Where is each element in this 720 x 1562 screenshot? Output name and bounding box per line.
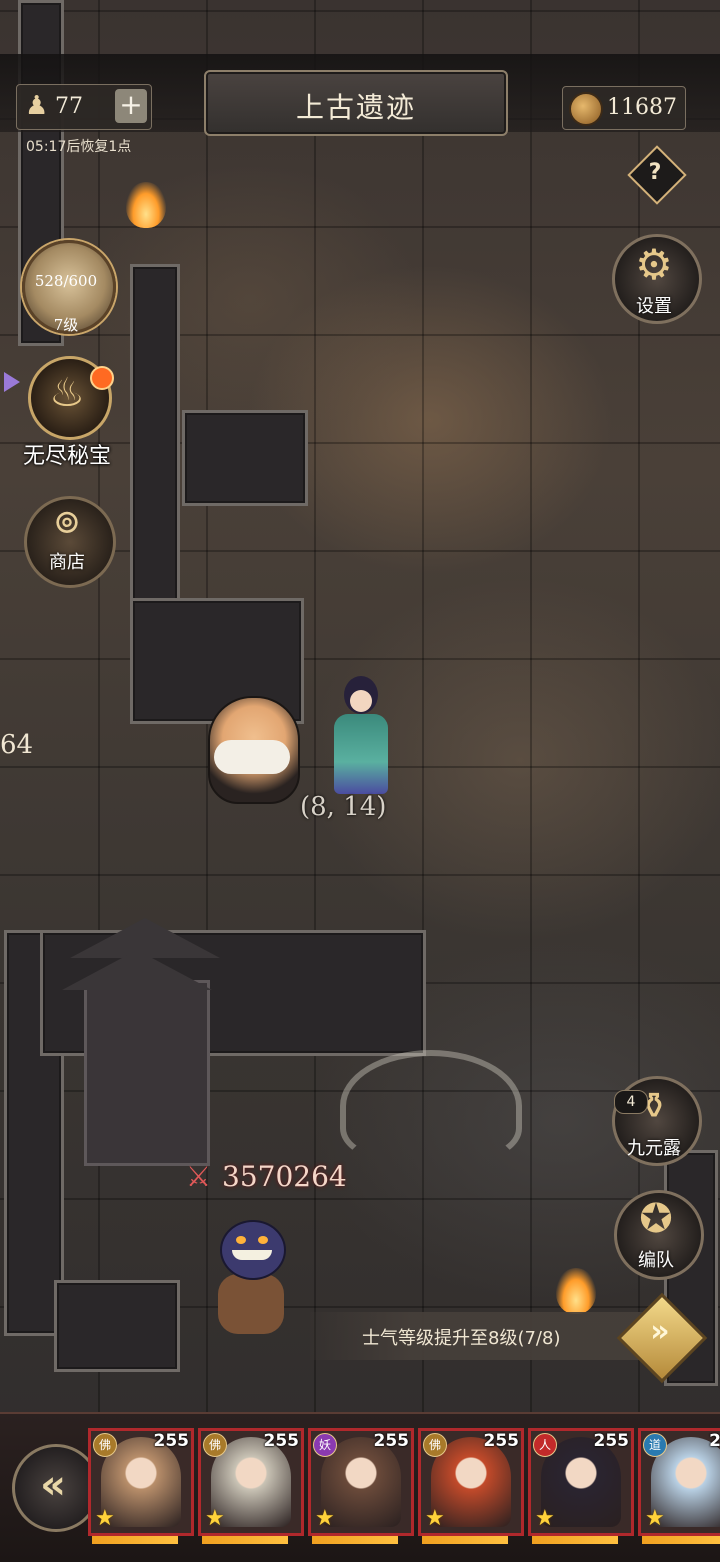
hero-faction-badge: 佛 <box>423 1433 447 1457</box>
back-arrow-icon: « <box>40 1462 66 1508</box>
enemy-power: 3570264 <box>222 1160 347 1193</box>
hero-star-icon: ★ <box>95 1506 115 1531</box>
skeleton-remains <box>340 1050 522 1162</box>
hero-hp-fill <box>202 1536 288 1544</box>
hero-card[interactable]: 佛 255 ★ <box>198 1428 304 1536</box>
hero-star-icon: ★ <box>645 1506 665 1531</box>
player-face <box>350 690 372 712</box>
hero-hp-fill <box>92 1536 178 1544</box>
hero-hp-fill <box>532 1536 618 1544</box>
brazier-fire <box>126 182 166 228</box>
hero-faction-badge: 佛 <box>203 1433 227 1457</box>
hero-hp-bar <box>312 1536 398 1544</box>
hero-card[interactable]: 佛 255 ★ <box>88 1428 194 1536</box>
hero-hp-fill <box>642 1536 720 1544</box>
enemy-body <box>218 1274 284 1334</box>
help-icon[interactable]: ? <box>636 154 674 192</box>
hero-level: 255 <box>483 1431 520 1451</box>
hero-faction-badge: 人 <box>533 1433 557 1457</box>
page-title: 上古遗迹 <box>295 91 416 124</box>
pagoda-roof-lower <box>62 950 212 990</box>
player-robe <box>334 714 388 794</box>
hero-card[interactable]: 妖 255 ★ <box>308 1428 414 1536</box>
hero-faction-badge: 佛 <box>93 1433 117 1457</box>
hero-star-icon: ★ <box>535 1506 555 1531</box>
hero-card[interactable]: 佛 255 ★ <box>418 1428 524 1536</box>
hero-star-icon: ★ <box>205 1506 225 1531</box>
hero-faction-badge: 妖 <box>313 1433 337 1457</box>
enemy-grin <box>232 1250 272 1260</box>
hero-card[interactable]: 道 2 ★ <box>638 1428 720 1536</box>
level-label: 7级 <box>53 316 79 334</box>
hero-hp-bar <box>92 1536 178 1544</box>
stamina-value: 77 <box>55 94 83 119</box>
hero-faction-badge: 道 <box>643 1433 667 1457</box>
nine-dew-label: 九元露 <box>627 1138 681 1159</box>
hero-hp-bar <box>532 1536 618 1544</box>
boot-icon: ♟ <box>25 91 49 121</box>
enemy-eye-left <box>236 1236 246 1244</box>
hero-level: 255 <box>593 1431 630 1451</box>
recover-timer: 05:17后恢复1点 <box>26 139 132 155</box>
shop-icon: ⊚ <box>52 502 82 542</box>
settings-label: 设置 <box>636 296 672 317</box>
wall-vertical-mid <box>130 264 180 610</box>
stamina-box: ♟ 77 + <box>16 84 152 130</box>
hero-hp-bar <box>422 1536 508 1544</box>
gear-icon: ⚙ <box>635 240 673 289</box>
wall-ledge <box>182 410 308 506</box>
player-coordinate: (8, 14) <box>300 792 387 822</box>
offscreen-power-number: 64 <box>0 730 34 760</box>
player-character[interactable] <box>330 670 390 800</box>
hero-card[interactable]: 人 255 ★ <box>528 1428 634 1536</box>
double-arrow-icon: » <box>650 1314 670 1349</box>
enemy-eye-right <box>258 1236 268 1244</box>
currency-box: 11687 <box>562 86 686 130</box>
star-emblem-icon: ✪ <box>639 1196 673 1242</box>
hero-level: 255 <box>373 1431 410 1451</box>
expand-arrow-icon <box>4 372 20 392</box>
endless-treasure-label: 无尽秘宝 <box>22 444 111 469</box>
add-stamina-button[interactable]: + <box>115 89 147 123</box>
elder-beard <box>214 740 290 774</box>
coin-value: 11687 <box>607 95 677 120</box>
torch-fire <box>556 1268 596 1314</box>
formation-label: 编队 <box>638 1250 674 1271</box>
hero-star-icon: ★ <box>315 1506 335 1531</box>
quest-text: 士气等级提升至8级(7/8) <box>362 1328 561 1349</box>
demon-enemy[interactable] <box>196 1210 306 1340</box>
shop-label: 商店 <box>49 552 85 573</box>
hero-level: 2 <box>709 1431 720 1451</box>
notification-dot <box>90 366 114 390</box>
hero-star-icon: ★ <box>425 1506 445 1531</box>
hero-hp-bar <box>642 1536 720 1544</box>
hero-hp-fill <box>312 1536 398 1544</box>
coin-icon <box>569 92 603 126</box>
level-progress: 528/600 <box>34 272 98 290</box>
dew-count-badge: 4 <box>614 1090 648 1114</box>
wall-bottom-segment <box>54 1280 180 1372</box>
hero-hp-fill <box>422 1536 508 1544</box>
hero-level: 255 <box>263 1431 300 1451</box>
title-plate: 上古遗迹 <box>204 70 508 136</box>
hero-level: 255 <box>153 1431 190 1451</box>
hero-hp-bar <box>202 1536 288 1544</box>
pagoda-base <box>84 980 210 1166</box>
crossed-swords-icon: ⚔ <box>186 1160 212 1193</box>
